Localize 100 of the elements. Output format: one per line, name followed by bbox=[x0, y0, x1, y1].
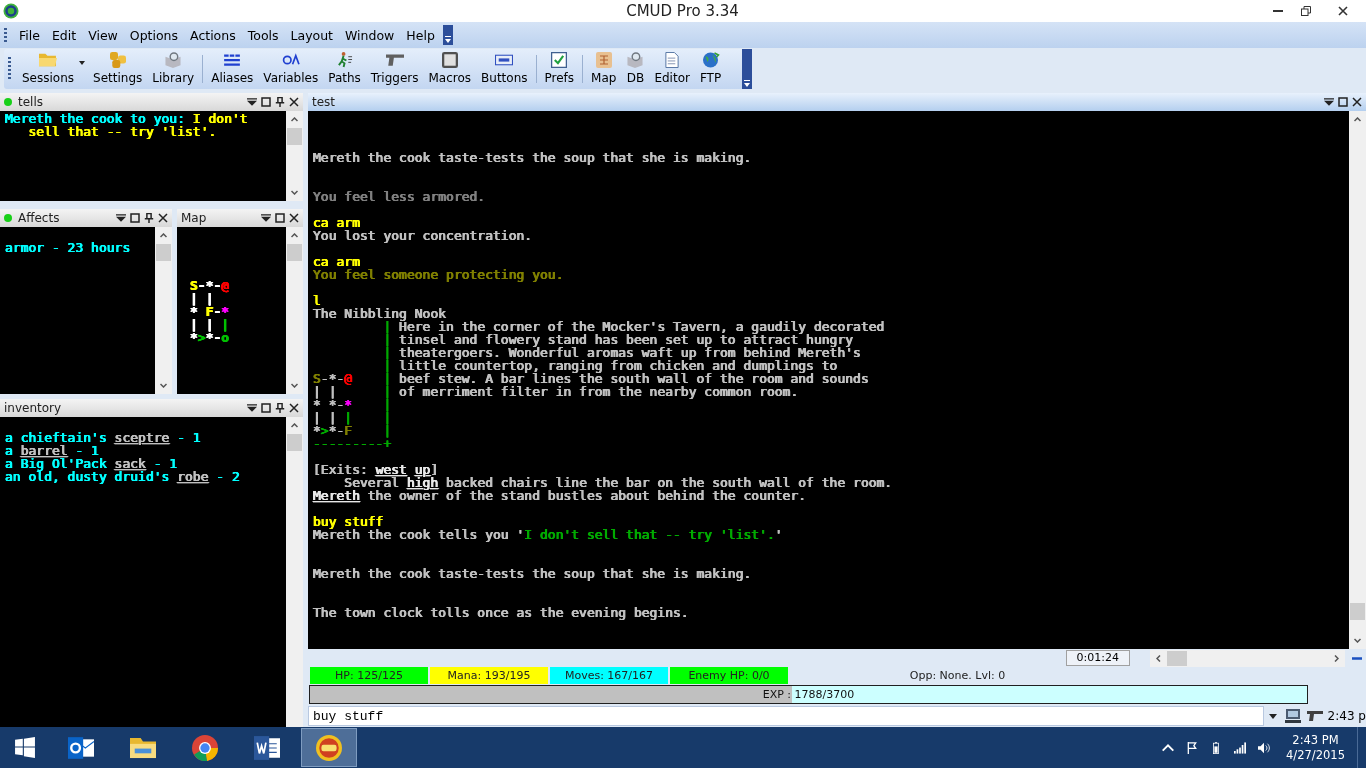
toolbar-button[interactable]: Aliases bbox=[206, 49, 259, 89]
minimize-icon[interactable] bbox=[1352, 656, 1362, 660]
scroll-thumb[interactable] bbox=[156, 244, 171, 261]
menu-item[interactable]: Window bbox=[339, 27, 401, 43]
scrollbar[interactable] bbox=[286, 111, 303, 201]
scroll-thumb[interactable] bbox=[1350, 603, 1365, 620]
scroll-down-icon[interactable] bbox=[160, 383, 167, 388]
scroll-thumb[interactable] bbox=[287, 434, 302, 451]
close-icon[interactable] bbox=[289, 97, 299, 107]
link[interactable]: west bbox=[375, 462, 407, 477]
output-line: an old, dusty druid's robe - 2 bbox=[5, 470, 240, 483]
folder-icon bbox=[39, 52, 57, 68]
toolbar-button[interactable]: Variables bbox=[258, 49, 324, 89]
menu-item[interactable]: Edit bbox=[45, 27, 83, 43]
output-line: Mereth the cook taste-tests the soup that she is making. bbox=[313, 151, 752, 164]
menu-item[interactable]: Layout bbox=[284, 27, 339, 43]
clock-date: 4/27/2015 bbox=[1286, 747, 1345, 763]
scroll-up-icon[interactable] bbox=[1354, 117, 1361, 122]
volume-icon[interactable] bbox=[1258, 741, 1271, 754]
signal-icon[interactable] bbox=[1234, 741, 1247, 754]
toolbar-button[interactable]: Prefs bbox=[539, 49, 580, 89]
panel-title: test bbox=[312, 95, 336, 109]
scroll-up-icon[interactable] bbox=[291, 233, 298, 238]
stat-gauge: Mana: 193/195 bbox=[430, 667, 548, 684]
link[interactable]: Mereth bbox=[313, 488, 360, 503]
scroll-down-icon[interactable] bbox=[291, 383, 298, 388]
pin-icon[interactable] bbox=[275, 97, 285, 107]
scroll-thumb[interactable] bbox=[287, 128, 302, 145]
pin-icon[interactable] bbox=[144, 213, 154, 223]
scroll-thumb[interactable] bbox=[287, 244, 302, 261]
command-field[interactable]: buy stuff bbox=[308, 706, 1264, 726]
pin-icon[interactable] bbox=[275, 403, 285, 413]
maximize-icon[interactable] bbox=[275, 213, 285, 223]
dropdown-icon[interactable] bbox=[247, 97, 257, 107]
dropdown-icon[interactable] bbox=[1324, 97, 1334, 107]
maximize-icon[interactable] bbox=[261, 403, 271, 413]
stat-gauge: Enemy HP: 0/0 bbox=[670, 667, 788, 684]
book-icon bbox=[626, 52, 645, 68]
link[interactable]: sceptre bbox=[114, 430, 170, 445]
dropdown-icon[interactable] bbox=[247, 403, 257, 413]
toolbar-button[interactable]: Library bbox=[147, 49, 200, 89]
dropdown-icon[interactable] bbox=[1268, 713, 1277, 719]
toolbar-button[interactable]: Triggers bbox=[365, 49, 424, 89]
scrollbar[interactable] bbox=[286, 227, 303, 394]
toolbar-button[interactable]: Buttons bbox=[476, 49, 533, 89]
chevron-up-icon[interactable] bbox=[1162, 741, 1175, 754]
output-line: | little countertop, ranging from chicken and dumplings to bbox=[382, 359, 838, 372]
close-icon[interactable] bbox=[158, 213, 168, 223]
dropdown-icon[interactable] bbox=[116, 213, 126, 223]
caret-icon bbox=[443, 36, 452, 43]
toolbar-button[interactable]: Settings bbox=[88, 49, 148, 89]
toolbar-button[interactable]: Editor bbox=[649, 49, 695, 89]
close-icon[interactable] bbox=[289, 213, 299, 223]
panel-title: inventory bbox=[4, 401, 62, 415]
close-icon[interactable] bbox=[289, 403, 299, 413]
scroll-down-icon[interactable] bbox=[1354, 638, 1361, 643]
scroll-thumb[interactable] bbox=[1167, 650, 1187, 666]
customize-button[interactable] bbox=[742, 49, 752, 89]
close-icon[interactable] bbox=[1352, 97, 1362, 107]
scroll-down-icon[interactable] bbox=[291, 190, 298, 195]
menu-item[interactable]: Actions bbox=[184, 27, 242, 43]
scrollbar[interactable] bbox=[155, 227, 172, 394]
output-line: * *-* | bbox=[313, 398, 392, 411]
scroll-up-icon[interactable] bbox=[291, 117, 298, 122]
toolbar-button[interactable]: Macros bbox=[423, 49, 477, 89]
menu-item[interactable]: File bbox=[13, 27, 46, 43]
toolbar-button[interactable]: DB bbox=[621, 49, 650, 89]
link[interactable]: barrel bbox=[20, 443, 68, 458]
horizontal-scrollbar[interactable] bbox=[1150, 649, 1345, 667]
runner-icon bbox=[335, 52, 354, 68]
globe-icon bbox=[701, 52, 720, 68]
maximize-icon[interactable] bbox=[261, 97, 271, 107]
maximize-icon[interactable] bbox=[1338, 97, 1348, 107]
output-line: armor - 23 hours bbox=[5, 241, 131, 254]
gun-icon bbox=[385, 52, 404, 68]
scrollbar[interactable] bbox=[286, 417, 303, 727]
menu-item[interactable]: Tools bbox=[241, 27, 285, 43]
scroll-left-icon[interactable] bbox=[1156, 654, 1161, 662]
menu-item[interactable]: Options bbox=[123, 27, 185, 43]
scroll-right-icon[interactable] bbox=[1334, 654, 1339, 662]
computer-icon[interactable] bbox=[1284, 709, 1301, 723]
gun-icon[interactable] bbox=[1306, 709, 1323, 723]
scroll-up-icon[interactable] bbox=[291, 423, 298, 428]
book-icon bbox=[164, 52, 183, 68]
toolbar-button[interactable]: Map bbox=[586, 49, 622, 89]
maximize-icon[interactable] bbox=[130, 213, 140, 223]
toolbar-button[interactable]: Paths bbox=[323, 49, 366, 89]
menu-item[interactable]: View bbox=[82, 27, 124, 43]
flag-icon[interactable] bbox=[1186, 741, 1199, 754]
toolbar-button[interactable]: FTP bbox=[694, 49, 727, 89]
scroll-up-icon[interactable] bbox=[160, 233, 167, 238]
scrollbar[interactable] bbox=[1349, 111, 1366, 649]
link[interactable]: up bbox=[414, 462, 431, 477]
link[interactable]: sack bbox=[114, 456, 146, 471]
dropdown-icon[interactable] bbox=[261, 213, 271, 223]
link[interactable]: robe bbox=[177, 469, 209, 484]
menu-item[interactable]: Help bbox=[400, 27, 441, 43]
browser-icon bbox=[192, 734, 218, 761]
customize-button[interactable] bbox=[442, 25, 453, 45]
toolbar-button[interactable]: Sessions bbox=[17, 49, 89, 89]
